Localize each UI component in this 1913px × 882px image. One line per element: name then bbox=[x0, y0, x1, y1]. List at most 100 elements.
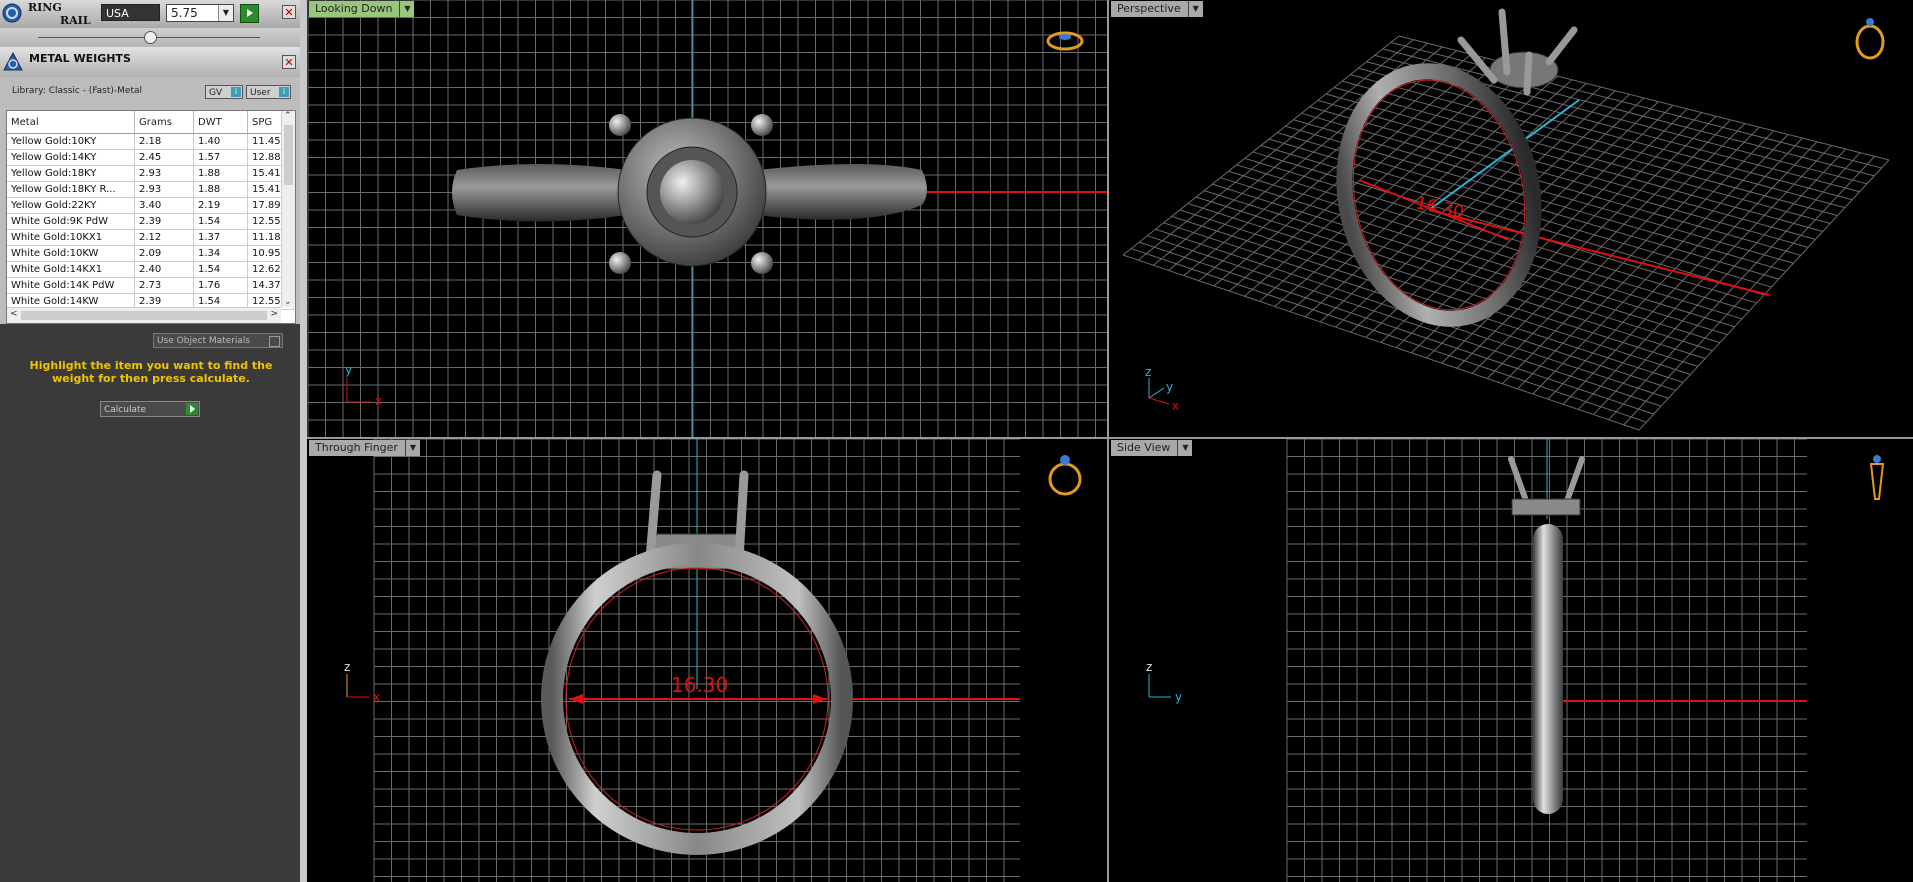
axis-label-y: y bbox=[1166, 380, 1173, 394]
instruction-text: Highlight the item you want to find the … bbox=[29, 359, 273, 385]
column-header-grams[interactable]: Grams bbox=[134, 111, 194, 134]
info-icon[interactable]: i bbox=[279, 87, 289, 97]
axis-label-y: y bbox=[345, 363, 352, 377]
horizontal-scroll-thumb[interactable] bbox=[21, 311, 267, 320]
cell-metal: Yellow Gold:14KY bbox=[7, 149, 135, 166]
user-toggle[interactable]: User i bbox=[246, 85, 291, 99]
axis-label-z: z bbox=[344, 660, 350, 674]
chevron-down-icon[interactable]: ▼ bbox=[218, 5, 233, 21]
cell-metal: White Gold:10KX1 bbox=[7, 229, 135, 246]
cell-dwt: 1.88 bbox=[193, 165, 248, 182]
chevron-down-icon[interactable]: ▼ bbox=[399, 1, 414, 17]
cell-grams: 2.93 bbox=[134, 181, 194, 198]
table-row[interactable]: White Gold:10KW 2.09 1.34 10.95 bbox=[7, 245, 294, 262]
checkbox-box[interactable] bbox=[269, 336, 280, 347]
panel-divider[interactable] bbox=[300, 0, 307, 882]
gv-toggle[interactable]: GV i bbox=[205, 85, 243, 99]
view-selector-perspective[interactable]: Perspective ▼ bbox=[1111, 1, 1203, 17]
play-icon[interactable] bbox=[186, 403, 198, 415]
table-row[interactable]: Yellow Gold:18KY R... 2.93 1.88 15.41 bbox=[7, 181, 294, 198]
country-field[interactable]: USA bbox=[101, 4, 160, 21]
cell-metal: Yellow Gold:22KY bbox=[7, 197, 135, 214]
column-header-dwt[interactable]: DWT bbox=[193, 111, 248, 134]
column-header-metal[interactable]: Metal bbox=[7, 111, 135, 134]
metal-weights-table[interactable]: Metal Grams DWT SPG Yellow Gold:10KY 2.18… bbox=[6, 110, 296, 324]
table-row[interactable]: Yellow Gold:10KY 2.18 1.40 11.45 bbox=[7, 133, 294, 150]
grid-line bbox=[1293, 119, 1794, 264]
chevron-right-icon[interactable]: > bbox=[270, 309, 278, 319]
axis-label-z: z bbox=[1146, 660, 1152, 674]
library-row: Library: Classic - (Fast)-Metal GV i Use… bbox=[0, 77, 300, 108]
horizontal-scrollbar[interactable]: < > bbox=[7, 307, 281, 323]
cell-dwt: 1.34 bbox=[193, 245, 248, 262]
viewport-divider-horizontal[interactable] bbox=[307, 437, 1913, 439]
ring-rail-title-line1: RING bbox=[28, 1, 62, 14]
dimension-arrow-right-icon bbox=[813, 694, 827, 704]
chevron-up-icon[interactable]: ⌃ bbox=[284, 111, 292, 121]
setting-basket bbox=[1511, 498, 1581, 516]
view-label: Through Finger bbox=[315, 441, 398, 454]
cell-grams: 2.18 bbox=[134, 133, 194, 150]
cell-grams: 2.39 bbox=[134, 213, 194, 230]
cell-metal: Yellow Gold:18KY bbox=[7, 165, 135, 182]
prong bbox=[751, 252, 773, 274]
axis-label-x: x bbox=[373, 690, 380, 704]
table-row[interactable]: White Gold:10KX1 2.12 1.37 11.18 bbox=[7, 229, 294, 246]
cell-dwt: 1.37 bbox=[193, 229, 248, 246]
setting-head bbox=[1489, 51, 1559, 89]
info-icon[interactable]: i bbox=[231, 87, 241, 97]
view-selector-through-finger[interactable]: Through Finger ▼ bbox=[309, 440, 420, 456]
view-selector-side-view[interactable]: Side View ▼ bbox=[1111, 440, 1193, 456]
center-stone bbox=[660, 160, 724, 224]
grid-line bbox=[1562, 141, 1818, 405]
cell-grams: 2.09 bbox=[134, 245, 194, 262]
apply-size-button[interactable] bbox=[240, 4, 259, 23]
close-ring-rail-button[interactable]: ✕ bbox=[282, 5, 296, 19]
table-row[interactable]: White Gold:14K PdW 2.73 1.76 14.37 bbox=[7, 277, 294, 294]
chevron-down-icon[interactable]: ⌄ bbox=[284, 297, 292, 307]
axis-label-x: x bbox=[1172, 399, 1179, 413]
cell-grams: 2.40 bbox=[134, 261, 194, 278]
dimension-label: 16.30 bbox=[1414, 193, 1466, 223]
orientation-ring-icon bbox=[1855, 18, 1885, 60]
vertical-scroll-thumb[interactable] bbox=[284, 125, 293, 185]
use-object-materials-checkbox[interactable]: Use Object Materials bbox=[153, 333, 283, 348]
ring-shank-left bbox=[452, 164, 627, 222]
table-row[interactable]: White Gold:9K PdW 2.39 1.54 12.55 bbox=[7, 213, 294, 230]
calculate-button[interactable]: Calculate bbox=[100, 401, 200, 417]
perspective-grid bbox=[1122, 35, 1890, 431]
table-row[interactable]: Yellow Gold:22KY 3.40 2.19 17.89 bbox=[7, 197, 294, 214]
table-header-row: Metal Grams DWT SPG bbox=[7, 111, 294, 134]
grid-line bbox=[1309, 106, 1809, 248]
chevron-down-icon[interactable]: ▼ bbox=[1187, 1, 1203, 17]
view-label: Perspective bbox=[1117, 2, 1181, 15]
slider-handle[interactable] bbox=[144, 31, 157, 44]
viewport-perspective[interactable]: 16.30 z y x Perspective ▼ bbox=[1109, 0, 1913, 437]
ring-rail-slider bbox=[0, 28, 300, 47]
use-object-materials-label: Use Object Materials bbox=[157, 336, 251, 346]
chevron-down-icon[interactable]: ▼ bbox=[1177, 440, 1192, 456]
table-row[interactable]: Yellow Gold:18KY 2.93 1.88 15.41 bbox=[7, 165, 294, 182]
ring-size-select[interactable]: 5.75 ▼ bbox=[166, 4, 234, 22]
viewport-side-view[interactable]: z y Side View ▼ bbox=[1109, 439, 1913, 882]
chevron-left-icon[interactable]: < bbox=[10, 309, 18, 319]
grid-line bbox=[1532, 134, 1789, 395]
cell-dwt: 1.54 bbox=[193, 213, 248, 230]
viewport-through-finger[interactable]: 16.30 z x Through Finger ▼ bbox=[307, 439, 1107, 882]
viewport-looking-down[interactable]: y x Looking Down ▼ bbox=[307, 0, 1107, 437]
vertical-scrollbar[interactable]: ⌃ ⌄ bbox=[281, 111, 295, 307]
table-row[interactable]: Yellow Gold:14KY 2.45 1.57 12.88 bbox=[7, 149, 294, 166]
table-row[interactable]: White Gold:14KX1 2.40 1.54 12.62 bbox=[7, 261, 294, 278]
viewport-divider-vertical[interactable] bbox=[1107, 0, 1109, 882]
grid-line bbox=[1577, 145, 1832, 410]
ring-rail-logo-icon bbox=[2, 3, 22, 23]
view-selector-looking-down[interactable]: Looking Down ▼ bbox=[309, 1, 415, 17]
library-label: Library: Classic - (Fast)-Metal bbox=[12, 86, 143, 96]
close-metal-weights-button[interactable]: ✕ bbox=[282, 55, 296, 69]
axis-gizmo: z y bbox=[1146, 660, 1182, 704]
dimension-arrow-left-icon bbox=[569, 694, 583, 704]
chevron-down-icon[interactable]: ▼ bbox=[404, 440, 420, 456]
view-label: Looking Down bbox=[315, 2, 393, 15]
cell-dwt: 1.54 bbox=[193, 261, 248, 278]
side-view-scene: z y bbox=[1146, 439, 1885, 882]
